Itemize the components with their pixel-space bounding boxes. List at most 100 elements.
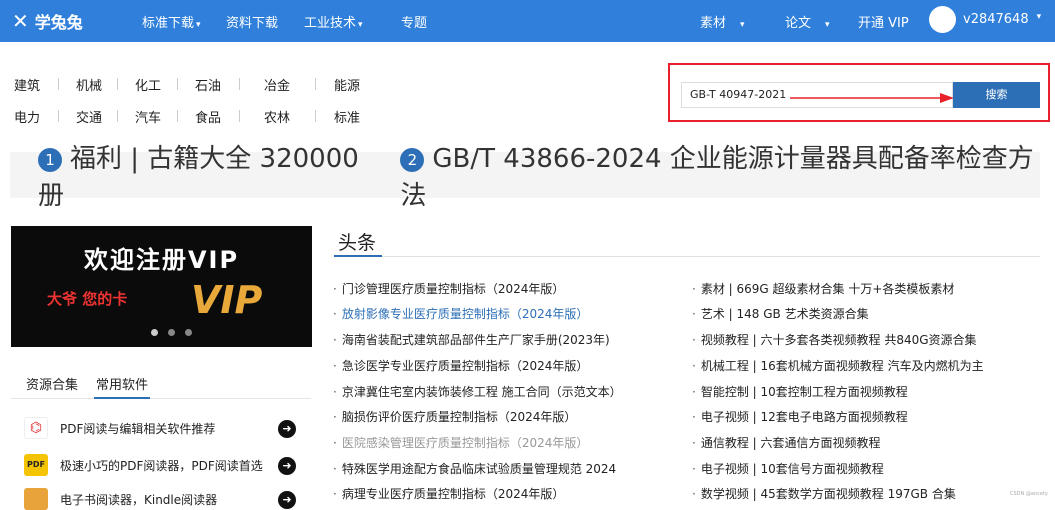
software-item[interactable]: ⌬ PDF阅读与编辑相关软件推荐 [24, 417, 215, 439]
category-link[interactable]: 机械 [76, 75, 102, 94]
category-link[interactable]: 农林 [264, 107, 290, 126]
number-badge: 1 [38, 147, 62, 172]
arrow-right-icon [790, 93, 954, 103]
news-item[interactable]: · 放射影像专业医疗质量控制指标（2024年版） [333, 305, 588, 322]
banner-item-2[interactable]: 2 GB/T 43866-2024 企业能源计量器具配备率检查方法 [400, 138, 1040, 212]
caret-down-icon: ▾ [358, 20, 363, 30]
nav-topics[interactable]: 专题 [401, 12, 427, 31]
category-link[interactable]: 能源 [334, 75, 360, 94]
divider [177, 110, 178, 122]
arrow-right-icon[interactable]: ➜ [278, 491, 296, 509]
category-link[interactable]: 化工 [135, 75, 161, 94]
carousel-dot[interactable] [151, 329, 158, 336]
category-link[interactable]: 石油 [195, 75, 221, 94]
nav-standards-label: 标准下载 [142, 16, 195, 31]
news-item[interactable]: · 门诊管理医疗质量控制指标（2024年版） [333, 280, 564, 297]
news-title: 海南省装配式建筑部品部件生产厂家手册(2023年) [341, 333, 610, 347]
category-link[interactable]: 汽车 [135, 107, 161, 126]
bullet: · [333, 307, 337, 321]
tab-resource-collections[interactable]: 资源合集 [26, 374, 78, 393]
divider [315, 110, 316, 122]
news-item[interactable]: · 急诊医学专业医疗质量控制指标（2024年版） [333, 357, 588, 374]
news-item[interactable]: · 数学视频 | 45套数学方面视频教程 197GB 合集 [692, 485, 956, 502]
news-item[interactable]: · 智能控制 | 10套控制工程方面视频教程 [692, 383, 908, 400]
banner-item-1[interactable]: 1 福利 | 古籍大全 320000册 [38, 138, 374, 212]
nav-open-vip[interactable]: 开通 VIP [858, 12, 909, 31]
news-item[interactable]: · 视频教程 | 六十多套各类视频教程 共840G资源合集 [692, 331, 977, 348]
news-item[interactable]: · 脑损伤评价医疗质量控制指标（2024年版） [333, 408, 576, 425]
nav-assets[interactable]: 素材 ▾ [700, 12, 745, 31]
banner-text: 福利 | 古籍大全 320000册 [38, 144, 359, 211]
headline-banner: 1 福利 | 古籍大全 320000册 2 GB/T 43866-2024 企业能源… [10, 144, 1040, 211]
news-title: 素材 | 669G 超级素材合集 十万+各类模板素材 [700, 282, 955, 296]
bullet: · [692, 436, 696, 450]
divider [117, 110, 118, 122]
news-item[interactable]: · 电子视频 | 10套信号方面视频教程 [692, 460, 884, 477]
news-item[interactable]: · 特殊医学用途配方食品临床试验质量管理规范 2024 [333, 460, 616, 477]
news-title: 特殊医学用途配方食品临床试验质量管理规范 2024 [341, 462, 617, 476]
tab-common-software[interactable]: 常用软件 [96, 374, 148, 393]
software-item[interactable]: 电子书阅读器，Kindle阅读器 [24, 488, 217, 510]
pdf-reader-icon: PDF [24, 454, 48, 476]
caret-down-icon: ▾ [825, 20, 830, 30]
divider [177, 78, 178, 90]
arrow-right-icon[interactable]: ➜ [278, 420, 296, 438]
divider [239, 78, 240, 90]
category-link[interactable]: 交通 [76, 107, 102, 126]
arrow-right-icon[interactable]: ➜ [278, 457, 296, 475]
news-item[interactable]: · 海南省装配式建筑部品部件生产厂家手册(2023年) [333, 331, 610, 348]
category-link[interactable]: 冶金 [264, 75, 290, 94]
bullet: · [692, 462, 696, 476]
news-title: 通信教程 | 六套通信方面视频教程 [700, 436, 881, 450]
software-label: 电子书阅读器，Kindle阅读器 [60, 492, 218, 507]
category-link[interactable]: 电力 [14, 107, 40, 126]
promo-vip-text: VIP [191, 278, 263, 322]
top-nav: ✕ 学兔兔 标准下载 ▾ 资料下载 工业技术 ▾ 专题 素材 ▾ 论文 ▾ 开通 VIP… [0, 0, 1055, 42]
news-item[interactable]: · 电子视频 | 12套电子电路方面视频教程 [692, 408, 908, 425]
bullet: · [692, 410, 696, 424]
news-title: 脑损伤评价医疗质量控制指标（2024年版） [341, 410, 577, 424]
category-link[interactable]: 建筑 [14, 75, 40, 94]
bullet: · [333, 282, 337, 296]
news-title: 数学视频 | 45套数学方面视频教程 197GB 合集 [700, 487, 956, 501]
bullet: · [692, 487, 696, 501]
bullet: · [333, 385, 337, 399]
carousel-dot[interactable] [185, 329, 192, 336]
promo-carousel[interactable]: 欢迎注册VIP 大爷 您的卡 VIP [11, 226, 312, 347]
bullet: · [333, 359, 337, 373]
carousel-dot[interactable] [168, 329, 175, 336]
news-item[interactable]: · 京津冀住宅室内装饰装修工程 施工合同（示范文本） [333, 383, 622, 400]
bullet: · [333, 487, 337, 501]
news-title: 急诊医学专业医疗质量控制指标（2024年版） [341, 359, 589, 373]
watermark: CSDN @ancety [1010, 491, 1048, 497]
news-title: 电子视频 | 10套信号方面视频教程 [700, 462, 884, 476]
site-logo[interactable]: ✕ 学兔兔 [12, 9, 83, 33]
caret-down-icon: ▾ [1036, 12, 1042, 22]
nav-materials-download[interactable]: 资料下载 [226, 12, 278, 31]
news-item[interactable]: · 通信教程 | 六套通信方面视频教程 [692, 434, 881, 451]
news-item[interactable]: · 素材 | 669G 超级素材合集 十万+各类模板素材 [692, 280, 954, 297]
news-item[interactable]: · 艺术 | 148 GB 艺术类资源合集 [692, 305, 869, 322]
news-item[interactable]: · 机械工程 | 16套机械方面视频教程 汽车及内燃机为主 [692, 357, 984, 374]
software-item[interactable]: PDF 极速小巧的PDF阅读器，PDF阅读首选 [24, 454, 263, 476]
news-title: 电子视频 | 12套电子电路方面视频教程 [700, 410, 908, 424]
news-title: 放射影像专业医疗质量控制指标（2024年版） [341, 307, 589, 321]
carousel-dots [151, 329, 192, 336]
category-link[interactable]: 标准 [334, 107, 360, 126]
avatar[interactable] [929, 6, 956, 33]
news-item[interactable]: · 病理专业医疗质量控制指标（2024年版） [333, 485, 564, 502]
nav-industrial-tech[interactable]: 工业技术 ▾ [304, 12, 363, 31]
category-link[interactable]: 食品 [195, 107, 221, 126]
news-title: 机械工程 | 16套机械方面视频教程 汽车及内燃机为主 [700, 359, 984, 373]
search-button[interactable]: 搜索 [953, 82, 1040, 108]
bullet: · [692, 385, 696, 399]
nav-standards-download[interactable]: 标准下载 ▾ [142, 12, 201, 31]
news-title: 视频教程 | 六十多套各类视频教程 共840G资源合集 [700, 333, 977, 347]
divider [315, 78, 316, 90]
nav-industrial-label: 工业技术 [304, 16, 357, 31]
user-menu[interactable]: v2847648 ▾ [963, 12, 1041, 27]
news-item[interactable]: · 医院感染管理医疗质量控制指标（2024年版） [333, 434, 588, 451]
news-title: 京津冀住宅室内装饰装修工程 施工合同（示范文本） [341, 385, 622, 399]
nav-papers[interactable]: 论文 ▾ [785, 12, 830, 31]
bullet: · [692, 333, 696, 347]
